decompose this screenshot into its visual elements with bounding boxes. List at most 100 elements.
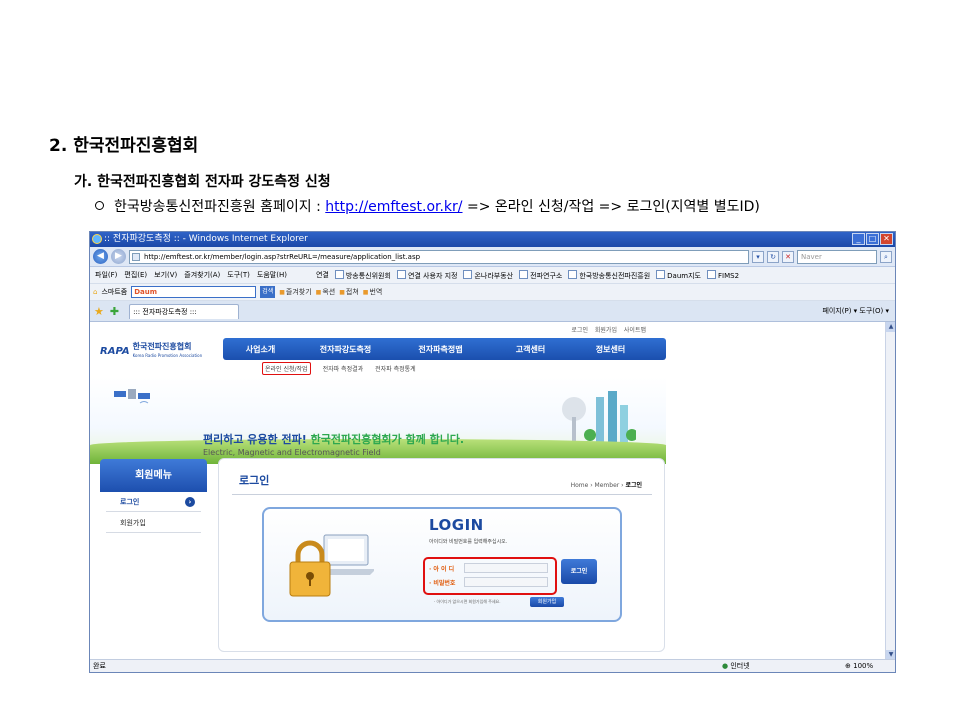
menu-favorites[interactable]: 즐겨찾기(A) bbox=[184, 270, 220, 280]
nav-info[interactable]: 정보센터 bbox=[573, 344, 648, 355]
daum-search-button[interactable]: 검색 bbox=[260, 286, 276, 298]
nav-emf-map[interactable]: 전자파측정맵 bbox=[393, 344, 488, 355]
security-zone: ● 인터넷 bbox=[722, 660, 750, 672]
util-join-link[interactable]: 회원가입 bbox=[595, 327, 617, 334]
scroll-up-icon[interactable]: ▲ bbox=[886, 322, 895, 332]
auction-button[interactable]: 옥션 bbox=[316, 287, 335, 297]
status-text: 완료 bbox=[93, 662, 106, 670]
zone-label: 인터넷 bbox=[730, 662, 750, 670]
subnav-results[interactable]: 전자파 측정결과 bbox=[323, 364, 364, 373]
arrow-right-icon: › bbox=[185, 497, 195, 507]
page-viewport: 로그인 회원가입 사이트맵 RAPA 한국전파진흥협회 Korea Radio P… bbox=[90, 322, 886, 660]
zoom-icon: ⊕ bbox=[845, 662, 851, 670]
fold-button[interactable]: 접쳐 bbox=[339, 287, 359, 297]
stop-icon[interactable]: ✕ bbox=[782, 250, 794, 263]
password-input[interactable] bbox=[464, 577, 548, 587]
main-nav: 사업소개 전자파강도측정 전자파측정맵 고객센터 정보센터 bbox=[223, 338, 666, 360]
menu-help[interactable]: 도움말(H) bbox=[257, 270, 287, 280]
rapa-logo-mark: RAPA bbox=[100, 345, 130, 357]
rapa-logo-name: 한국전파진흥협회 Korea Radio Promotion Associatio… bbox=[133, 342, 203, 360]
page-title: 로그인 bbox=[239, 474, 270, 487]
side-menu-login[interactable]: 로그인 › bbox=[106, 492, 201, 512]
rapa-logo[interactable]: RAPA 한국전파진흥협회 Korea Radio Promotion Assoc… bbox=[100, 342, 202, 360]
minimize-button[interactable]: _ bbox=[852, 233, 865, 245]
side-menu-login-label: 로그인 bbox=[120, 498, 140, 506]
sub-nav: 온라인 신청/작업 전자파 측정결과 전자파 측정통계 bbox=[262, 362, 416, 375]
smart-zoom-label[interactable]: 스마트줌 bbox=[101, 287, 127, 297]
link-item[interactable]: 연결 사용자 지정 bbox=[397, 270, 458, 281]
zoom-level[interactable]: ⊕ 100% bbox=[845, 660, 873, 672]
utility-links: 로그인 회원가입 사이트맵 bbox=[566, 325, 646, 334]
link-item[interactable]: 온나라부동산 bbox=[463, 270, 513, 281]
browser-screenshot: :: 전자파강도측정 :: - Windows Internet Explore… bbox=[89, 231, 896, 673]
banner-subtitle: Electric, Magnetic and Electromagnetic F… bbox=[203, 448, 381, 457]
slogan-part-b: 한국전파진흥협회가 함께 합니다. bbox=[310, 433, 465, 446]
util-sitemap-link[interactable]: 사이트맵 bbox=[624, 327, 646, 334]
links-bar: 연결 방송통신위원회 연결 사용자 지정 온나라부동산 전파연구소 한국방송통신… bbox=[316, 270, 739, 281]
tab-emf[interactable]: ::: 전자파강도측정 ::: bbox=[129, 303, 240, 319]
subnav-stats[interactable]: 전자파 측정통계 bbox=[375, 364, 416, 373]
menu-tools[interactable]: 도구(T) bbox=[227, 270, 250, 280]
add-favorites-icon[interactable]: ✚ bbox=[110, 305, 119, 318]
search-icon[interactable]: ⌕ bbox=[880, 250, 892, 263]
smart-zoom-icon[interactable]: ⌂ bbox=[93, 288, 97, 296]
login-heading: LOGIN bbox=[429, 516, 484, 534]
divider bbox=[232, 494, 652, 495]
menu-view[interactable]: 보기(V) bbox=[154, 270, 177, 280]
back-button[interactable]: ◀ bbox=[93, 249, 108, 264]
search-input[interactable]: Naver bbox=[797, 249, 877, 264]
link-item[interactable]: 한국방송통신전파진흥원 bbox=[568, 270, 650, 281]
rapa-site: 로그인 회원가입 사이트맵 RAPA 한국전파진흥협회 Korea Radio P… bbox=[90, 322, 666, 660]
window-titlebar: :: 전자파강도측정 :: - Windows Internet Explore… bbox=[90, 232, 895, 247]
favorites-star-icon[interactable]: ★ bbox=[94, 305, 104, 318]
favorites-button[interactable]: 즐겨찾기 bbox=[279, 287, 312, 297]
zoom-value: 100% bbox=[853, 662, 874, 670]
bullet-prefix: 한국방송통신전파진흥원 홈페이지 : bbox=[114, 199, 326, 215]
homepage-link[interactable]: http://emftest.or.kr/ bbox=[325, 199, 462, 215]
id-input[interactable] bbox=[464, 563, 548, 573]
rapa-logo-eng: Korea Radio Promotion Association bbox=[132, 353, 203, 358]
window-controls: _ □ ✕ bbox=[852, 233, 893, 245]
city-illustration-icon bbox=[562, 391, 636, 445]
menu-file[interactable]: 파일(F) bbox=[95, 270, 117, 280]
id-label: · 아 이 디 bbox=[429, 566, 455, 573]
daum-search-input[interactable]: Daum bbox=[131, 286, 257, 298]
subnav-online-apply[interactable]: 온라인 신청/작업 bbox=[262, 362, 311, 375]
pw-row: · 비밀번호 bbox=[429, 577, 548, 587]
nav-customer[interactable]: 고객센터 bbox=[488, 344, 573, 355]
join-button[interactable]: 회원가입 bbox=[530, 597, 564, 607]
banner-slogan: 편리하고 유용한 전파! 한국전파진흥협회가 함께 합니다. bbox=[203, 431, 464, 447]
side-menu-join[interactable]: 회원가입 bbox=[106, 513, 201, 533]
command-bar[interactable]: 페이지(P) ▾ 도구(O) ▾ bbox=[822, 306, 889, 316]
util-login-link[interactable]: 로그인 bbox=[571, 327, 588, 334]
nav-emf-measure[interactable]: 전자파강도측정 bbox=[298, 344, 393, 355]
link-item[interactable]: 방송통신위원회 bbox=[335, 270, 391, 281]
login-button[interactable]: 로그인 bbox=[561, 559, 597, 584]
login-instruction: 아이디와 비밀번호를 입력해주십시오. bbox=[429, 539, 508, 545]
translate-button[interactable]: 번역 bbox=[363, 287, 382, 297]
refresh-icon[interactable]: ↻ bbox=[767, 250, 779, 263]
menu-edit[interactable]: 편집(E) bbox=[124, 270, 147, 280]
side-menu-title: 회원메뉴 bbox=[100, 459, 207, 492]
window-title: :: 전자파강도측정 :: - Windows Internet Explore… bbox=[104, 234, 308, 244]
link-item[interactable]: 전파연구소 bbox=[519, 270, 562, 281]
address-text: http://emftest.or.kr/member/login.asp?st… bbox=[144, 252, 421, 261]
forward-button[interactable]: ▶ bbox=[111, 249, 126, 264]
bullet-line: 한국방송통신전파진흥원 홈페이지 : http://emftest.or.kr/… bbox=[95, 196, 760, 216]
satellite-icon bbox=[114, 389, 150, 404]
vertical-scrollbar[interactable]: ▲ ▼ bbox=[885, 322, 895, 660]
link-item[interactable]: FIMS2 bbox=[707, 270, 739, 281]
address-dropdown-icon[interactable]: ▾ bbox=[752, 250, 764, 263]
hero-banner: 편리하고 유용한 전파! 한국전파진흥협회가 함께 합니다. Electric,… bbox=[90, 377, 666, 464]
close-button[interactable]: ✕ bbox=[880, 233, 893, 245]
tab-bar: ★ ✚ ::: 전자파강도측정 ::: 페이지(P) ▾ 도구(O) ▾ bbox=[90, 301, 895, 322]
nav-emf-measure-label: 전자파강도측정 bbox=[319, 344, 372, 354]
link-item[interactable]: Daum지도 bbox=[656, 270, 701, 281]
slogan-part-a: 편리하고 유용한 전파! bbox=[203, 433, 311, 446]
nav-business[interactable]: 사업소개 bbox=[223, 344, 298, 355]
maximize-button[interactable]: □ bbox=[866, 233, 879, 245]
pw-label: · 비밀번호 bbox=[429, 580, 456, 587]
ie-logo-icon bbox=[92, 234, 102, 244]
page-icon bbox=[132, 252, 140, 261]
address-bar[interactable]: http://emftest.or.kr/member/login.asp?st… bbox=[129, 249, 749, 264]
